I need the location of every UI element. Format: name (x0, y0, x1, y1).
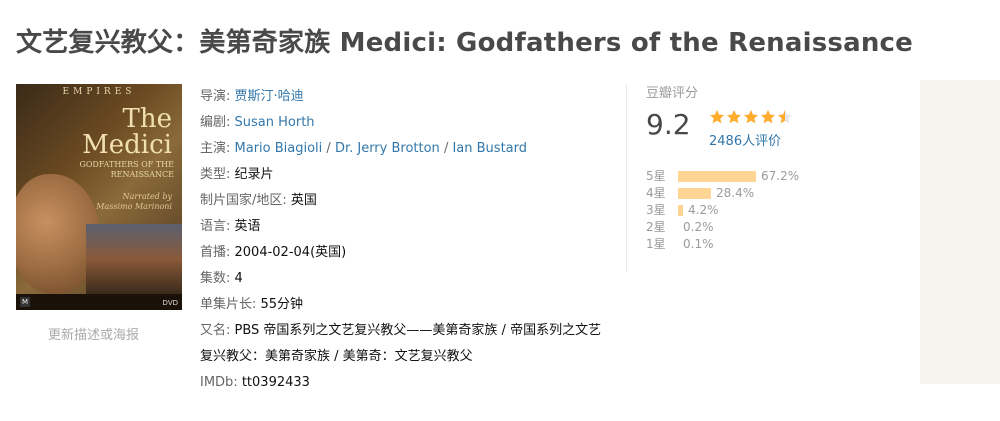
poster-series-name: EMPIRES (62, 87, 136, 97)
cast-label: 主演: (200, 141, 235, 156)
votes-link[interactable]: 2486人评价 (709, 130, 781, 149)
writer-link[interactable]: Susan Horth (235, 115, 315, 130)
poster-rating-mark: M (20, 297, 30, 307)
rating-score: 9.2 (646, 108, 691, 141)
cast-link[interactable]: Ian Bustard (452, 141, 527, 156)
rating-star-label: 5星 (646, 169, 666, 183)
rating-star-label: 4星 (646, 186, 666, 200)
genre-row: 类型: 纪录片 (200, 162, 610, 188)
update-description-link[interactable]: 更新描述或海报 (48, 324, 139, 343)
country-row: 制片国家/地区: 英国 (200, 188, 610, 214)
rating-panel: 豆瓣评分 9.2 2486人评价 5星 67.2% 4星 28.4% 3星 4.2% 2星 0… (646, 82, 826, 251)
rating-bar (678, 171, 756, 182)
star-full-icon (710, 110, 724, 124)
genre-value: 纪录片 (234, 167, 274, 182)
rating-percent: 0.2% (683, 220, 714, 234)
rating-bar (678, 205, 683, 216)
poster-title: The Medici (82, 106, 172, 158)
rating-label: 豆瓣评分 (646, 86, 699, 101)
rating-distribution-row: 4星 28.4% (646, 185, 846, 202)
cast-link[interactable]: Mario Biagioli (235, 141, 323, 156)
poster-image[interactable]: EMPIRES The Medici GODFATHERS OF THE REN… (16, 84, 182, 310)
star-half-icon (778, 110, 792, 124)
premiere-label: 首播: (200, 245, 235, 260)
episodes-value: 4 (234, 271, 243, 286)
poster-narrator-line1: Narrated by (122, 192, 172, 201)
rating-percent: 4.2% (688, 203, 719, 217)
poster-subtitle-line1: GODFATHERS OF THE (79, 160, 174, 169)
runtime-value: 55分钟 (260, 297, 304, 312)
rating-bar (678, 188, 711, 199)
rating-distribution-row: 3星 4.2% (646, 202, 846, 219)
rating-distribution: 5星 67.2% 4星 28.4% 3星 4.2% 2星 0.2% 1星 0.1% (646, 168, 846, 253)
director-row: 导演: 贾斯汀·哈迪 (200, 84, 610, 110)
country-value: 英国 (290, 193, 317, 208)
episodes-label: 集数: (200, 271, 235, 286)
imdb-row: IMDb: tt0392433 (200, 370, 610, 396)
runtime-row: 单集片长: 55分钟 (200, 292, 610, 318)
poster-subtitle: GODFATHERS OF THE RENAISSANCE (79, 160, 174, 180)
rating-star-label: 3星 (646, 203, 666, 217)
page-title: 文艺复兴教父：美第奇家族 Medici: Godfathers of the R… (16, 28, 913, 58)
section-divider (626, 84, 627, 272)
rating-percent: 0.1% (683, 237, 714, 251)
imdb-label: IMDb: (200, 375, 242, 390)
star-rating (709, 109, 793, 125)
side-panel (920, 80, 1000, 384)
poster-scene (86, 224, 182, 294)
rating-star-label: 2星 (646, 220, 666, 234)
poster-narrator: Narrated by Massimo Marinoni (96, 192, 172, 212)
movie-info: 导演: 贾斯汀·哈迪 编剧: Susan Horth 主演: Mario Bia… (200, 84, 610, 396)
rating-distribution-row: 5星 67.2% (646, 168, 846, 185)
star-full-icon (727, 110, 741, 124)
cast-link[interactable]: Dr. Jerry Brotton (335, 141, 440, 156)
aka-row: 又名: PBS 帝国系列之文艺复兴教父——美第奇家族 / 帝国系列之文艺复兴教父… (200, 318, 610, 370)
cast-separator: / (322, 141, 335, 156)
rating-percent: 67.2% (761, 169, 800, 183)
premiere-row: 首播: 2004-02-04(英国) (200, 240, 610, 266)
language-value: 英语 (234, 219, 261, 234)
premiere-value: 2004-02-04(英国) (234, 245, 347, 260)
imdb-value: tt0392433 (241, 375, 310, 390)
rating-star-label: 1星 (646, 237, 666, 251)
writer-row: 编剧: Susan Horth (200, 110, 610, 136)
poster-title-line1: The (122, 104, 172, 134)
poster-narrator-line2: Massimo Marinoni (96, 202, 172, 211)
star-full-icon (761, 110, 775, 124)
genre-label: 类型: (200, 167, 235, 182)
language-label: 语言: (200, 219, 235, 234)
aka-value: PBS 帝国系列之文艺复兴教父——美第奇家族 / 帝国系列之文艺复兴教父：美第奇… (200, 323, 602, 364)
rating-distribution-row: 2星 0.2% (646, 219, 846, 236)
star-full-icon (744, 110, 758, 124)
poster-footer (16, 294, 182, 310)
episodes-row: 集数: 4 (200, 266, 610, 292)
runtime-label: 单集片长: (200, 297, 261, 312)
cast-separator: / (439, 141, 453, 156)
rating-percent: 28.4% (716, 186, 755, 200)
director-link[interactable]: 贾斯汀·哈迪 (235, 89, 304, 104)
cast-row: 主演: Mario Biagioli / Dr. Jerry Brotton /… (200, 136, 610, 162)
director-label: 导演: (200, 89, 235, 104)
poster-title-line2: Medici (82, 130, 172, 160)
aka-label: 又名: (200, 323, 235, 338)
poster-dvd-mark: DVD (162, 299, 178, 307)
language-row: 语言: 英语 (200, 214, 610, 240)
country-label: 制片国家/地区: (200, 193, 291, 208)
poster-subtitle-line2: RENAISSANCE (110, 170, 174, 179)
rating-distribution-row: 1星 0.1% (646, 236, 846, 253)
writer-label: 编剧: (200, 115, 235, 130)
